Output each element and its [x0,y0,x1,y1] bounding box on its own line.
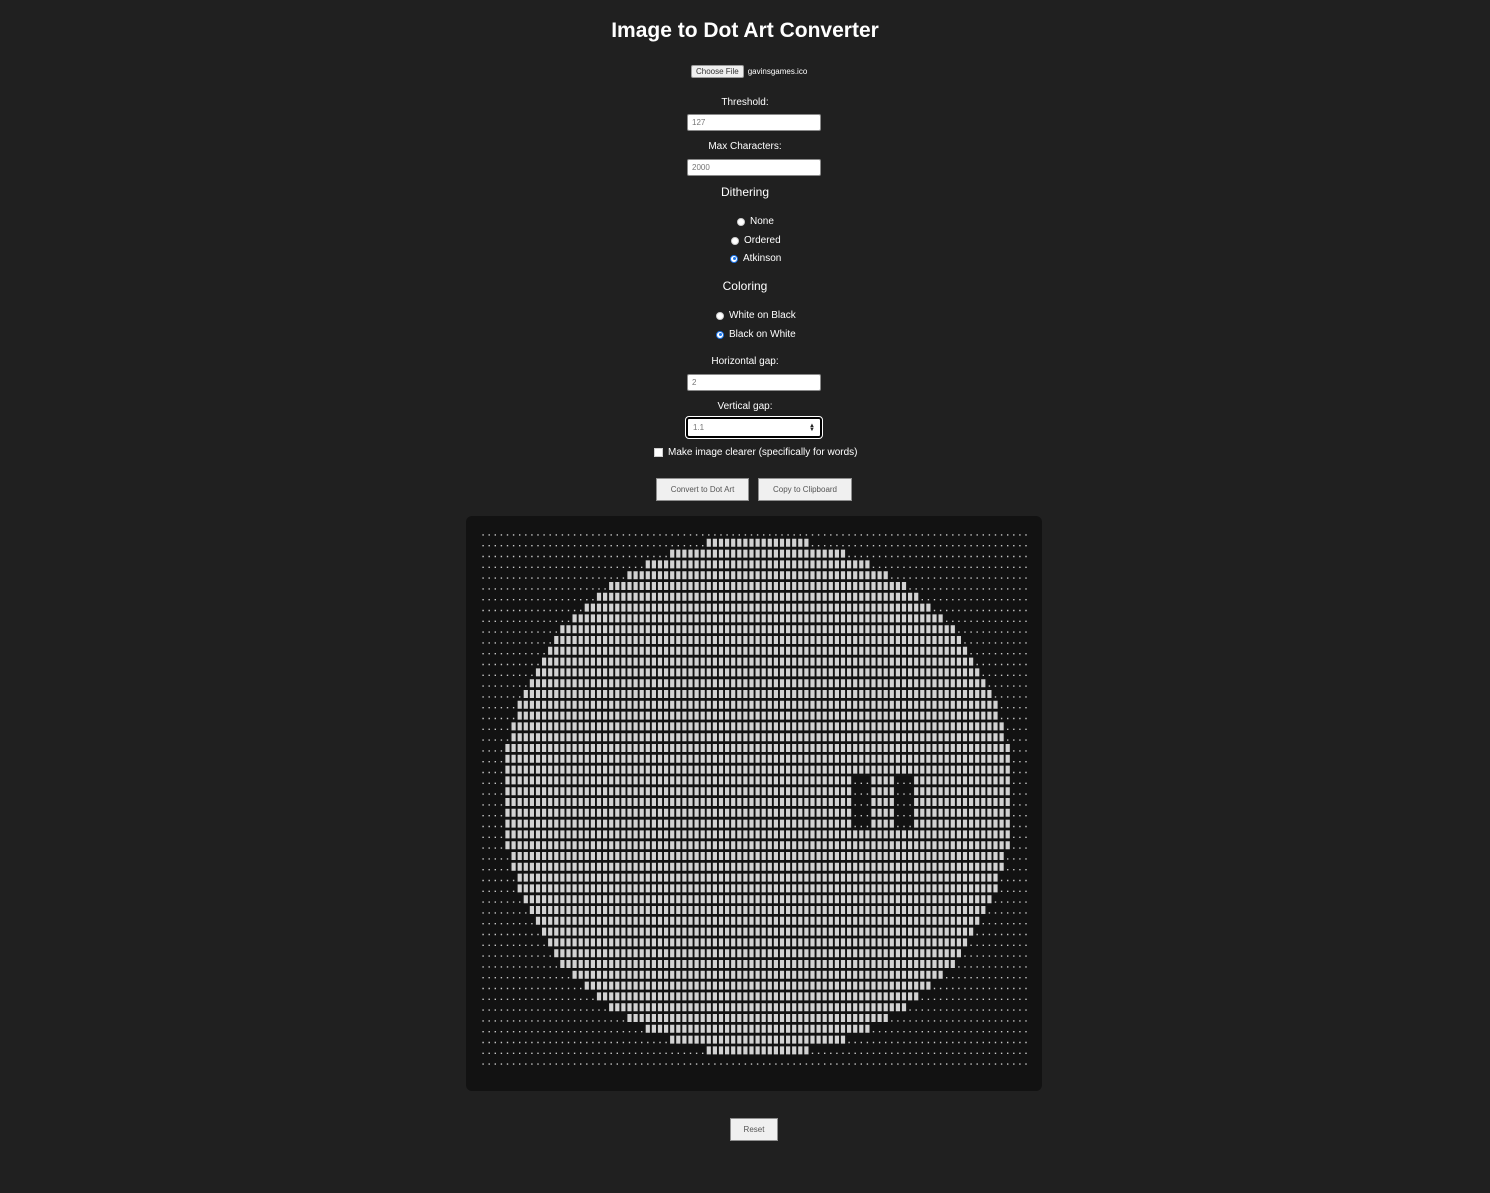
copy-to-clipboard-button[interactable]: Copy to Clipboard [758,478,852,501]
dithering-option-label: None [750,216,774,227]
horizontal-gap-label: Horizontal gap: [711,356,779,367]
file-picker[interactable]: Choose File gavinsgames.ico [691,65,807,78]
selected-file-name: gavinsgames.ico [747,67,808,76]
coloring-option-black-on-white[interactable]: Black on White [716,329,796,340]
max-characters-input[interactable]: 2000 [687,159,821,176]
horizontal-gap-input[interactable]: 2 [687,374,821,391]
radio-black-on-white[interactable] [716,330,724,339]
coloring-option-label: White on Black [729,310,796,321]
dot-art-canvas [482,534,1027,1065]
coloring-option-label: Black on White [729,329,796,340]
make-clearer-checkbox[interactable] [654,448,663,457]
reset-button[interactable]: Reset [730,1118,778,1141]
make-clearer-label: Make image clearer (specifically for wor… [668,447,858,458]
vertical-gap-value: 1.1 [693,423,705,432]
dithering-option-atkinson[interactable]: Atkinson [730,253,781,264]
dithering-option-ordered[interactable]: Ordered [731,235,781,246]
dithering-option-label: Ordered [744,235,781,246]
threshold-input[interactable]: 127 [687,114,821,131]
page: Image to Dot Art Converter Choose File g… [0,0,1490,1193]
dithering-option-none[interactable]: None [737,216,774,227]
dithering-heading: Dithering [720,185,770,199]
vertical-gap-label: Vertical gap: [717,401,773,412]
dithering-option-label: Atkinson [743,253,782,264]
max-characters-label: Max Characters: [708,141,782,152]
choose-file-button[interactable]: Choose File [691,65,744,78]
page-title: Image to Dot Art Converter [611,19,879,42]
coloring-heading: Coloring [722,279,768,293]
radio-ordered[interactable] [731,236,739,245]
radio-atkinson[interactable] [730,254,738,263]
threshold-label: Threshold: [721,97,769,108]
vertical-gap-input[interactable]: 1.1 ▲ ▼ [685,416,823,439]
radio-white-on-black[interactable] [716,311,724,320]
spinner-arrows-icon[interactable]: ▲ ▼ [809,423,815,433]
convert-button[interactable]: Convert to Dot Art [656,478,749,501]
coloring-option-white-on-black[interactable]: White on Black [716,310,796,321]
make-clearer-option[interactable]: Make image clearer (specifically for wor… [654,447,858,458]
dot-art-output[interactable] [466,516,1042,1091]
block-pattern [505,538,1010,1055]
radio-none[interactable] [737,217,745,226]
